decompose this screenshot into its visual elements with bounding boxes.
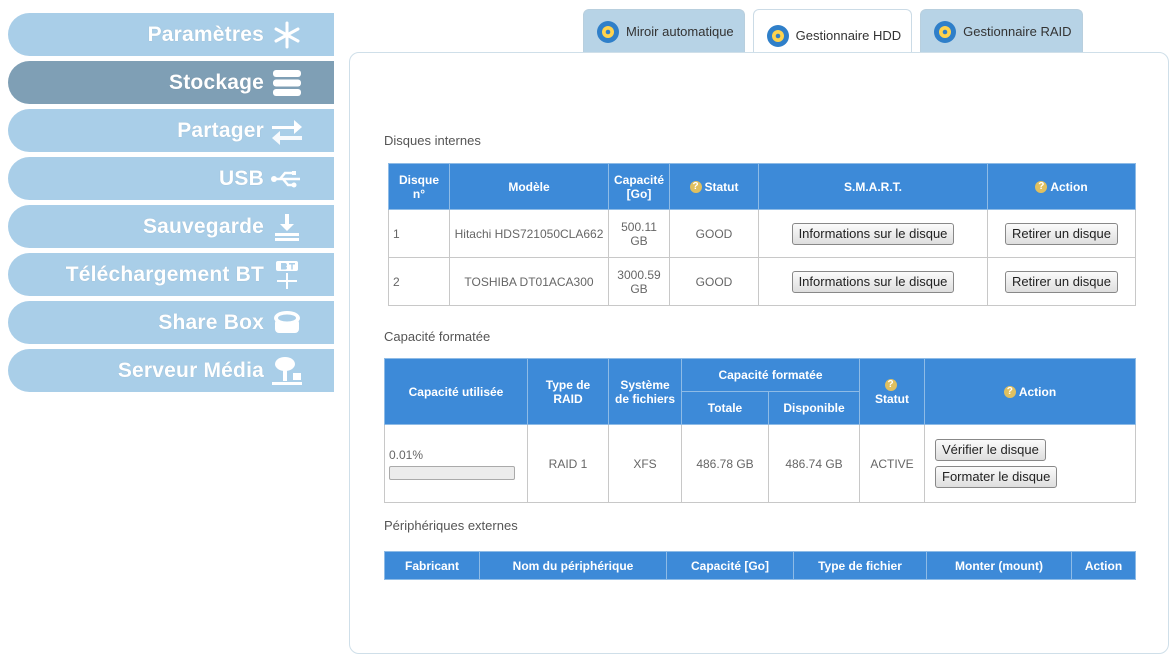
sidebar-item-usb[interactable]: USB bbox=[8, 157, 334, 200]
disk-no: 1 bbox=[388, 209, 450, 258]
tab-miroir-automatique[interactable]: Miroir automatique bbox=[583, 9, 745, 53]
total-capacity: 486.78 GB bbox=[681, 424, 769, 503]
col-total: Totale bbox=[681, 391, 769, 425]
disk-no: 2 bbox=[388, 257, 450, 306]
help-icon[interactable]: ? bbox=[1003, 386, 1016, 399]
sidebar-item-label: Téléchargement BT bbox=[65, 262, 264, 286]
sidebar-item-share-box[interactable]: Share Box bbox=[8, 301, 334, 344]
col-used-capacity: Capacité utilisée bbox=[384, 358, 528, 425]
disk-info-button[interactable]: Informations sur le disque bbox=[791, 222, 955, 245]
external-devices-title: Périphériques externes bbox=[384, 518, 518, 533]
col-file-type: Type de fichier bbox=[793, 551, 927, 580]
share-arrows-icon bbox=[270, 116, 304, 146]
disk-status: GOOD bbox=[669, 209, 759, 258]
table-row: 2 TOSHIBA DT01ACA300 3000.59 GB GOOD Inf… bbox=[388, 257, 1136, 306]
col-action: ? Action bbox=[987, 163, 1136, 210]
formatted-capacity-title: Capacité formatée bbox=[384, 329, 491, 344]
sidebar: Paramètres Stockage Partager USB Sauvega… bbox=[8, 13, 334, 397]
table-row: 0.01% RAID 1 XFS 486.78 GB 486.74 GB ACT… bbox=[384, 424, 1136, 503]
sidebar-item-serveur-media[interactable]: Serveur Média bbox=[8, 349, 334, 392]
hdd-manager-panel: Disques internes Disque n° Modèle Capaci… bbox=[349, 52, 1169, 654]
help-icon[interactable]: ? bbox=[884, 379, 897, 392]
col-status: ? Statut bbox=[669, 163, 759, 210]
usb-icon bbox=[270, 164, 304, 194]
disk-tab-icon bbox=[766, 24, 789, 47]
sidebar-item-label: Paramètres bbox=[147, 22, 264, 46]
remove-disk-button[interactable]: Retirer un disque bbox=[1005, 270, 1118, 293]
disk-tab-icon bbox=[934, 20, 957, 43]
formatted-capacity-table: Capacité utilisée Type de RAID Système d… bbox=[384, 358, 1136, 503]
sidebar-item-telechargement-bt[interactable]: Téléchargement BT bbox=[8, 253, 334, 296]
disk-capacity: 500.11 GB bbox=[608, 209, 670, 258]
sidebar-item-label: Serveur Média bbox=[117, 358, 264, 382]
disk-info-button[interactable]: Informations sur le disque bbox=[791, 270, 955, 293]
sidebar-item-stockage[interactable]: Stockage bbox=[8, 61, 334, 104]
disk-status: GOOD bbox=[669, 257, 759, 306]
raid-type: RAID 1 bbox=[527, 424, 609, 503]
filesystem: XFS bbox=[608, 424, 682, 503]
sidebar-item-parametres[interactable]: Paramètres bbox=[8, 13, 334, 56]
sidebar-item-label: Sauvegarde bbox=[142, 214, 264, 238]
disk-model: TOSHIBA DT01ACA300 bbox=[449, 257, 609, 306]
col-available: Disponible bbox=[768, 391, 860, 425]
col-model: Modèle bbox=[449, 163, 609, 210]
storage-icon bbox=[270, 68, 304, 98]
sidebar-item-partager[interactable]: Partager bbox=[8, 109, 334, 152]
snowflake-icon bbox=[270, 20, 304, 50]
col-filesystem: Système de fichiers bbox=[608, 358, 682, 425]
internal-disks-table: Disque n° Modèle Capacité [Go] ? Statut S… bbox=[388, 163, 1136, 306]
sidebar-item-label: USB bbox=[219, 166, 264, 190]
tab-label: Gestionnaire HDD bbox=[795, 28, 902, 43]
sidebar-item-label: Share Box bbox=[158, 310, 264, 334]
verify-disk-button[interactable]: Vérifier le disque bbox=[935, 439, 1046, 461]
tab-label: Gestionnaire RAID bbox=[963, 24, 1072, 39]
help-icon[interactable]: ? bbox=[1035, 181, 1048, 194]
internal-disks-title: Disques internes bbox=[384, 133, 481, 148]
col-raid-type: Type de RAID bbox=[527, 358, 609, 425]
sidebar-item-sauvegarde[interactable]: Sauvegarde bbox=[8, 205, 334, 248]
format-disk-button[interactable]: Formater le disque bbox=[935, 466, 1058, 488]
col-mount: Monter (mount) bbox=[926, 551, 1072, 580]
remove-disk-button[interactable]: Retirer un disque bbox=[1005, 222, 1118, 245]
raid-status: ACTIVE bbox=[859, 424, 925, 503]
available-capacity: 486.74 GB bbox=[768, 424, 860, 503]
col-status: ? Statut bbox=[859, 358, 925, 425]
col-disk-no: Disque n° bbox=[388, 163, 450, 210]
used-capacity-bar bbox=[389, 465, 515, 480]
col-capacity: Capacité [Go] bbox=[666, 551, 794, 580]
disk-tab-icon bbox=[597, 20, 619, 43]
table-row: 1 Hitachi HDS721050CLA662 500.11 GB GOOD… bbox=[388, 209, 1136, 258]
media-server-icon bbox=[270, 356, 304, 386]
bt-download-icon bbox=[270, 260, 304, 290]
disk-model: Hitachi HDS721050CLA662 bbox=[449, 209, 609, 258]
col-action: Action bbox=[1071, 551, 1136, 580]
tab-label: Miroir automatique bbox=[626, 24, 734, 39]
external-devices-table: Fabricant Nom du périphérique Capacité [… bbox=[384, 551, 1136, 580]
col-formatted-capacity: Capacité formatée bbox=[681, 358, 860, 392]
disk-capacity: 3000.59 GB bbox=[608, 257, 670, 306]
help-icon[interactable]: ? bbox=[689, 181, 702, 194]
tab-gestionnaire-raid[interactable]: Gestionnaire RAID bbox=[920, 9, 1083, 53]
col-maker: Fabricant bbox=[384, 551, 480, 580]
col-smart: S.M.A.R.T. bbox=[758, 163, 988, 210]
sidebar-item-label: Stockage bbox=[169, 70, 264, 94]
download-tray-icon bbox=[270, 212, 304, 242]
col-action: ? Action bbox=[924, 358, 1136, 425]
used-capacity-value: 0.01% bbox=[389, 447, 424, 462]
share-box-icon bbox=[270, 308, 304, 338]
col-capacity: Capacité [Go] bbox=[608, 163, 670, 210]
col-device-name: Nom du périphérique bbox=[479, 551, 667, 580]
sidebar-item-label: Partager bbox=[177, 118, 264, 142]
